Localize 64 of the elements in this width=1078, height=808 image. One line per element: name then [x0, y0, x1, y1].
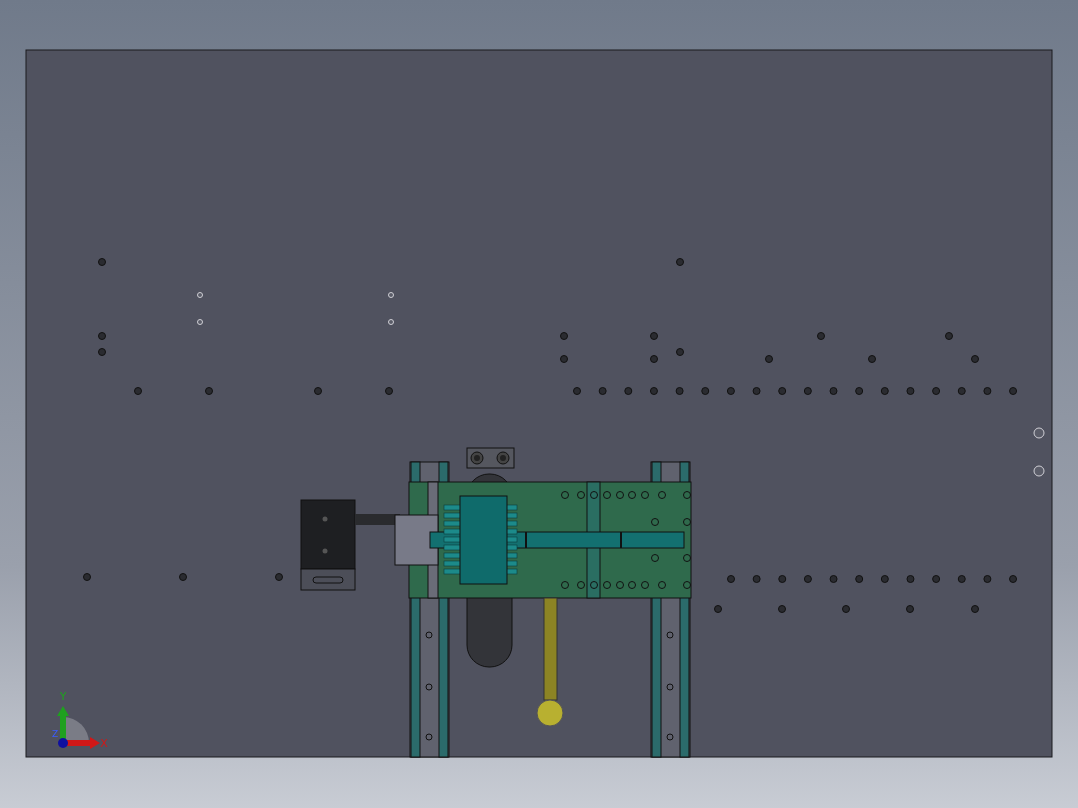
mounting-hole — [83, 573, 91, 581]
mounting-hole — [676, 258, 684, 266]
mounting-hole — [179, 573, 187, 581]
mounting-hole — [932, 575, 941, 583]
mounting-hole — [855, 387, 864, 395]
mounting-hole — [649, 387, 658, 395]
mounting-hole — [98, 258, 106, 266]
axis-label: Y — [59, 690, 67, 703]
mounting-hole — [778, 575, 787, 583]
mounting-hole — [957, 387, 966, 395]
mounting-hole — [971, 605, 979, 613]
mounting-hole — [842, 605, 850, 613]
mounting-hole — [701, 387, 710, 395]
mounting-hole — [675, 387, 684, 395]
mounting-hole — [560, 355, 568, 363]
mounting-hole — [752, 387, 761, 395]
mounting-hole — [906, 605, 914, 613]
mounting-hole — [817, 332, 825, 340]
mounting-hole — [1009, 387, 1018, 395]
mounting-hole — [868, 355, 876, 363]
mounting-hole — [932, 387, 941, 395]
mounting-hole — [983, 575, 992, 583]
mounting-hole — [714, 605, 722, 613]
mounting-hole — [314, 387, 322, 395]
mounting-hole — [1033, 427, 1045, 439]
mounting-hole — [765, 355, 773, 363]
mounting-hole — [1033, 465, 1045, 477]
mounting-hole — [829, 575, 838, 583]
mounting-hole — [388, 292, 394, 298]
mounting-hole — [945, 332, 953, 340]
mounting-hole — [803, 387, 812, 395]
mounting-hole — [598, 387, 607, 395]
mounting-hole — [388, 319, 394, 325]
mounting-hole — [275, 573, 283, 581]
mounting-hole — [676, 348, 684, 356]
mounting-hole — [778, 605, 786, 613]
mounting-hole — [957, 575, 966, 583]
mounting-hole — [829, 387, 838, 395]
mounting-hole — [573, 387, 581, 395]
mounting-hole — [752, 575, 761, 583]
mounting-hole — [727, 575, 735, 583]
mounting-hole — [803, 575, 812, 583]
mounting-hole — [650, 332, 658, 340]
axis-label: X — [100, 737, 108, 750]
axis-triad-icon — [57, 706, 100, 749]
mounting-hole — [726, 387, 735, 395]
mounting-hole — [880, 575, 889, 583]
mounting-hole — [983, 387, 992, 395]
mounting-hole — [650, 355, 658, 363]
mounting-hole — [778, 387, 787, 395]
mounting-hole — [385, 387, 393, 395]
axis-label: Z — [51, 729, 59, 739]
mounting-hole — [197, 292, 203, 298]
mounting-hole — [1009, 575, 1018, 583]
mounting-hole — [880, 387, 889, 395]
mounting-hole — [855, 575, 864, 583]
mounting-hole — [560, 332, 568, 340]
mounting-hole — [906, 387, 915, 395]
mounting-hole — [624, 387, 633, 395]
mounting-hole — [906, 575, 915, 583]
mounting-hole — [134, 387, 142, 395]
mounting-hole — [205, 387, 213, 395]
mounting-hole — [197, 319, 203, 325]
mounting-hole — [971, 355, 979, 363]
